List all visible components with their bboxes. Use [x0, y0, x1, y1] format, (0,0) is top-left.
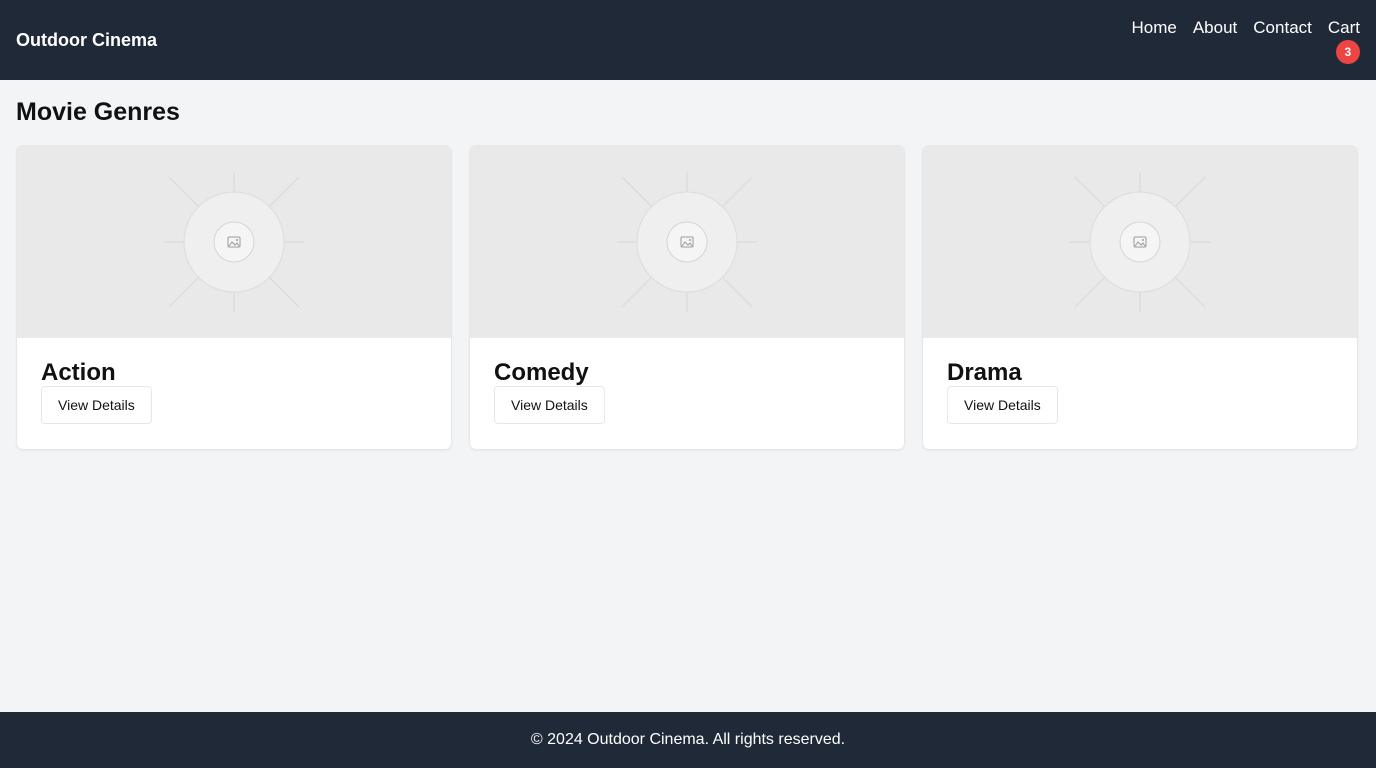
image-placeholder-icon: [617, 172, 757, 312]
page-title: Movie Genres: [16, 98, 180, 126]
view-details-button[interactable]: View Details: [41, 386, 152, 424]
genre-card-comedy: Comedy View Details: [469, 145, 905, 450]
view-details-button[interactable]: View Details: [947, 386, 1058, 424]
cart-label: Cart: [1327, 18, 1360, 37]
card-image: [923, 146, 1357, 338]
card-body: Comedy View Details: [470, 338, 904, 424]
main-content: Movie Genres Action View Details Comedy …: [16, 96, 1360, 450]
main-nav: Home About Contact Cart 3: [1131, 18, 1360, 64]
genre-grid: Action View Details Comedy View Details …: [16, 145, 1360, 450]
site-header: Outdoor Cinema Home About Contact Cart 3: [0, 0, 1376, 80]
nav-home-link[interactable]: Home: [1131, 18, 1176, 38]
copyright-text: © 2024 Outdoor Cinema. All rights reserv…: [530, 731, 846, 748]
card-image: [470, 146, 904, 338]
view-details-button[interactable]: View Details: [494, 386, 605, 424]
card-title: Action: [41, 359, 116, 386]
site-footer: © 2024 Outdoor Cinema. All rights reserv…: [0, 712, 1376, 768]
brand-title[interactable]: Outdoor Cinema: [16, 30, 157, 51]
card-title: Drama: [947, 359, 1022, 386]
genre-card-drama: Drama View Details: [922, 145, 1358, 450]
nav-about-link[interactable]: About: [1193, 18, 1237, 38]
cart-count-badge: 3: [1335, 40, 1360, 64]
card-image: [17, 146, 451, 338]
nav-cart-link[interactable]: Cart 3: [1327, 18, 1360, 64]
image-placeholder-icon: [1070, 172, 1210, 312]
card-title: Comedy: [494, 359, 589, 386]
nav-contact-link[interactable]: Contact: [1253, 18, 1312, 38]
card-body: Drama View Details: [923, 338, 1357, 424]
card-body: Action View Details: [17, 338, 451, 424]
image-placeholder-icon: [164, 172, 304, 312]
genre-card-action: Action View Details: [16, 145, 452, 450]
